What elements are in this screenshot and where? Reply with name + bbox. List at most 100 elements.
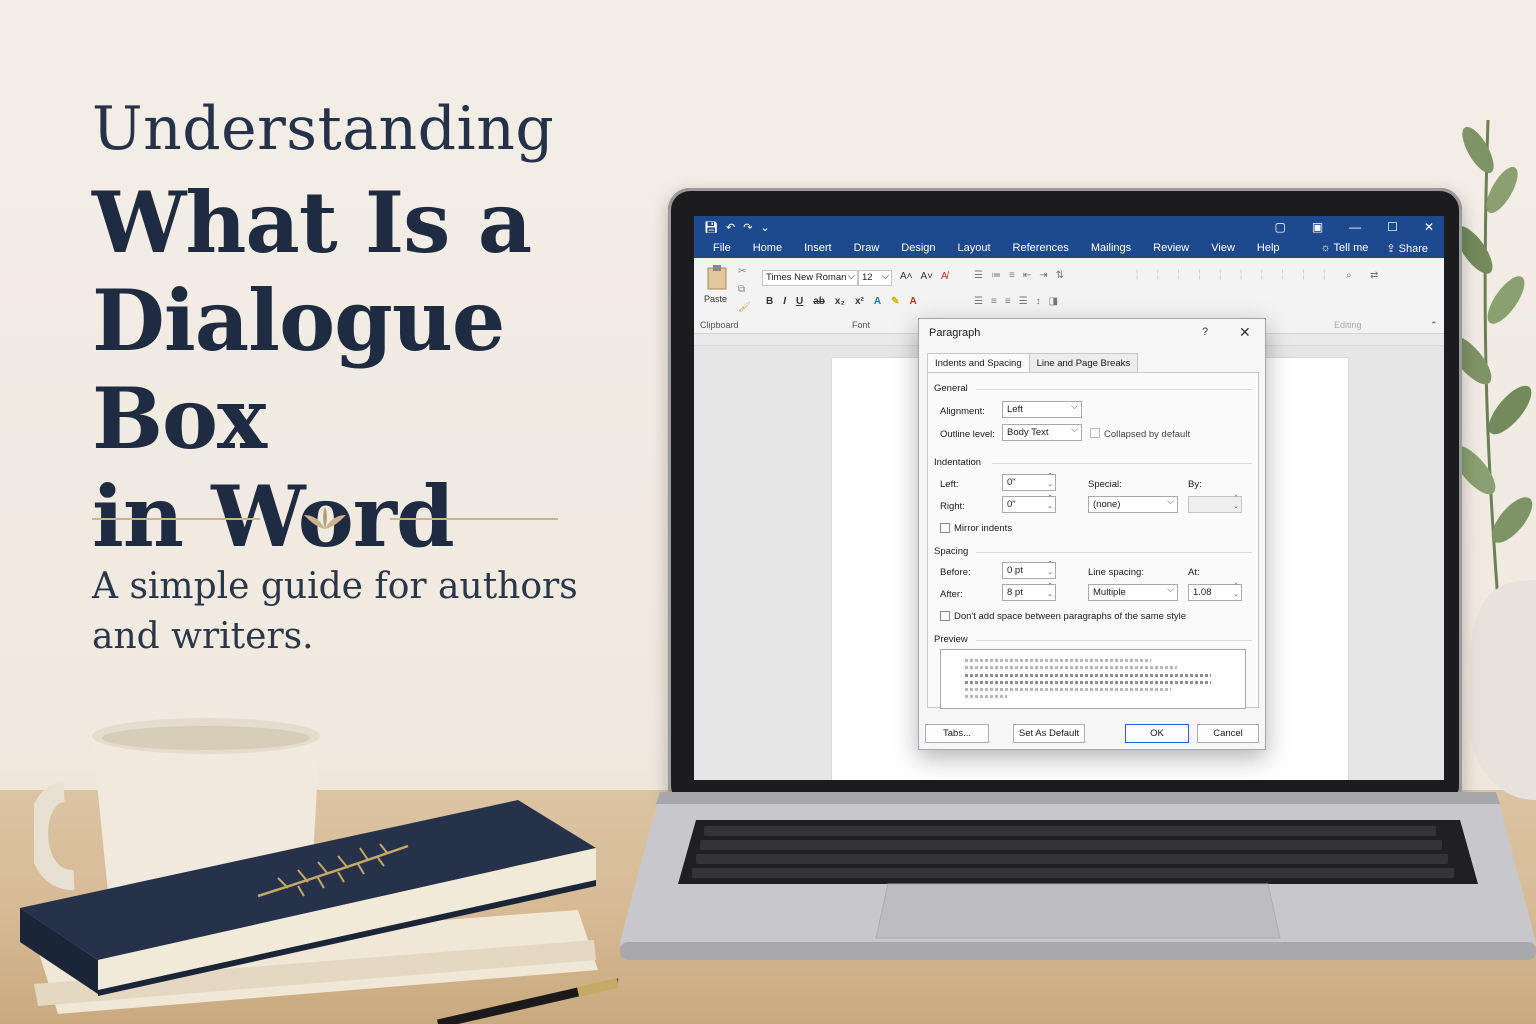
tell-me-search[interactable]: ☼ Tell me — [1321, 242, 1369, 254]
align-left-icon[interactable]: ☰ — [974, 296, 983, 307]
multilevel-list-icon[interactable]: ≡ — [1009, 270, 1015, 281]
close-icon[interactable]: ✕ — [1239, 324, 1251, 341]
replace-icon[interactable]: ⇄ — [1370, 270, 1378, 281]
copy-icon[interactable]: ⧉ — [738, 284, 745, 295]
tab-view[interactable]: View — [1200, 242, 1246, 254]
indent-left-label: Left: — [940, 479, 959, 490]
collapse-ribbon-icon[interactable]: ⌃ — [1430, 320, 1438, 331]
grow-font-icon[interactable]: A˄ — [900, 271, 913, 282]
set-as-default-button[interactable]: Set As Default — [1013, 724, 1085, 743]
decrease-indent-icon[interactable]: ⇤ — [1023, 270, 1031, 281]
clear-formatting-icon[interactable]: A̸ — [941, 271, 948, 282]
sort-icon[interactable]: ⇅ — [1056, 270, 1064, 281]
line-spacing-label: Line spacing: — [1088, 567, 1144, 578]
highlight-icon[interactable]: ✎ — [891, 296, 899, 307]
chevron-down-icon: ⌵ — [881, 271, 889, 282]
share-button[interactable]: ⇪ Share — [1386, 242, 1428, 255]
styles-gallery-faint[interactable]: ╎ ╎ ╎ ╎ ╎ ╎ ╎ ╎ ╎ ╎ — [1134, 270, 1333, 281]
tab-design[interactable]: Design — [890, 242, 946, 254]
minimize-icon[interactable]: — — [1349, 220, 1361, 234]
paste-button[interactable] — [706, 264, 732, 292]
lightbulb-icon: ☼ — [1320, 242, 1334, 254]
paragraph-tools-row-2: ☰ ≡ ≡ ☰ ↕ ◨ — [974, 296, 1058, 307]
tab-line-and-page-breaks[interactable]: Line and Page Breaks — [1028, 353, 1139, 374]
font-color-icon[interactable]: A — [909, 296, 916, 307]
maximize-icon[interactable]: ☐ — [1387, 220, 1398, 234]
special-dropdown[interactable]: (none) — [1088, 496, 1178, 513]
align-right-icon[interactable]: ≡ — [1005, 296, 1011, 307]
spacing-before-stepper[interactable]: 0 pt — [1002, 561, 1056, 579]
font-group-label: Font — [852, 320, 871, 330]
ribbon-display-icon[interactable]: ▣ — [1312, 220, 1323, 234]
save-icon[interactable]: 💾︎ — [704, 221, 718, 234]
bullets-icon[interactable]: ☰ — [974, 270, 983, 281]
ok-button[interactable]: OK — [1125, 724, 1189, 743]
subscript-icon[interactable]: x₂ — [835, 296, 845, 307]
tab-references[interactable]: References — [1002, 242, 1080, 254]
indent-left-stepper[interactable]: 0" — [1002, 473, 1056, 491]
underline-icon[interactable]: U — [796, 296, 803, 307]
tab-help[interactable]: Help — [1246, 242, 1291, 254]
tab-file[interactable]: File — [702, 242, 742, 254]
increase-indent-icon[interactable]: ⇥ — [1039, 270, 1047, 281]
ribbon-tabs: File Home Insert Draw Design Layout Refe… — [694, 238, 1444, 258]
spacing-after-value: 8 pt — [1007, 587, 1023, 598]
at-stepper[interactable]: 1.08 — [1188, 583, 1242, 601]
dont-add-space-checkbox[interactable] — [940, 611, 950, 621]
undo-icon[interactable]: ↶ — [726, 221, 735, 234]
share-label: Share — [1398, 242, 1428, 255]
text-effects-icon[interactable]: A — [874, 296, 881, 307]
tab-mailings[interactable]: Mailings — [1080, 242, 1142, 254]
tabs-button[interactable]: Tabs... — [925, 724, 989, 743]
customize-icon[interactable]: ⌄ — [760, 221, 769, 234]
help-icon[interactable]: ? — [1202, 326, 1208, 338]
cancel-button[interactable]: Cancel — [1197, 724, 1259, 743]
hero-title-line-2: Dialogue Box — [92, 271, 505, 468]
font-size-dropdown[interactable]: 12 ⌵ — [858, 270, 892, 286]
shading-icon[interactable]: ◨ — [1049, 296, 1058, 307]
alignment-dropdown[interactable]: Left — [1002, 401, 1082, 418]
tab-home[interactable]: Home — [742, 242, 793, 254]
superscript-icon[interactable]: x² — [855, 296, 864, 307]
clipboard-group-label: Clipboard — [700, 320, 739, 330]
general-heading: General — [934, 383, 968, 394]
font-name-dropdown[interactable]: Times New Roman ⌵ — [762, 270, 858, 286]
tab-draw[interactable]: Draw — [843, 242, 891, 254]
italic-icon[interactable]: I — [783, 296, 786, 307]
general-divider — [976, 389, 1252, 390]
redo-icon[interactable]: ↷ — [743, 221, 752, 234]
tab-insert[interactable]: Insert — [793, 242, 843, 254]
collapsed-by-default-checkbox[interactable] — [1090, 428, 1100, 438]
font-size-value: 12 — [862, 272, 873, 283]
spacing-after-stepper[interactable]: 8 pt — [1002, 583, 1056, 601]
center-icon[interactable]: ≡ — [991, 296, 997, 307]
strikethrough-icon[interactable]: ab — [813, 296, 825, 307]
leaf-ornament-icon — [304, 507, 346, 529]
mirror-indents-checkbox[interactable] — [940, 523, 950, 533]
paragraph-dialog: Paragraph ? ✕ Indents and Spacing Line a… — [918, 318, 1266, 750]
tab-review[interactable]: Review — [1142, 242, 1200, 254]
by-label: By: — [1188, 479, 1202, 490]
account-icon[interactable]: ▢ — [1274, 220, 1285, 234]
close-window-icon[interactable]: ✕ — [1424, 220, 1434, 234]
special-value: (none) — [1093, 499, 1121, 510]
numbering-icon[interactable]: ≔ — [991, 270, 1001, 281]
line-spacing-icon[interactable]: ↕ — [1036, 296, 1041, 307]
line-spacing-dropdown[interactable]: Multiple — [1088, 584, 1178, 601]
hero-subtitle-line-2: and writers. — [92, 616, 314, 657]
window-controls: ▢ ▣ — ☐ ✕ — [1274, 220, 1434, 234]
format-painter-icon[interactable]: 🖌︎ — [738, 302, 751, 313]
indent-left-value: 0" — [1007, 477, 1016, 488]
preview-line — [965, 674, 1211, 677]
bold-icon[interactable]: B — [766, 296, 773, 307]
menu-right: ☼ Tell me ⇪ Share — [1321, 242, 1436, 255]
outline-level-dropdown[interactable]: Body Text — [1002, 424, 1082, 441]
tab-layout[interactable]: Layout — [947, 242, 1002, 254]
find-icon[interactable]: ⌕ — [1346, 270, 1352, 281]
indent-right-stepper[interactable]: 0" — [1002, 495, 1056, 513]
shrink-font-icon[interactable]: A˅ — [921, 271, 934, 282]
tab-indents-and-spacing[interactable]: Indents and Spacing — [927, 353, 1030, 374]
cut-icon[interactable]: ✂ — [738, 266, 746, 277]
by-stepper[interactable] — [1188, 495, 1242, 513]
justify-icon[interactable]: ☰ — [1019, 296, 1028, 307]
